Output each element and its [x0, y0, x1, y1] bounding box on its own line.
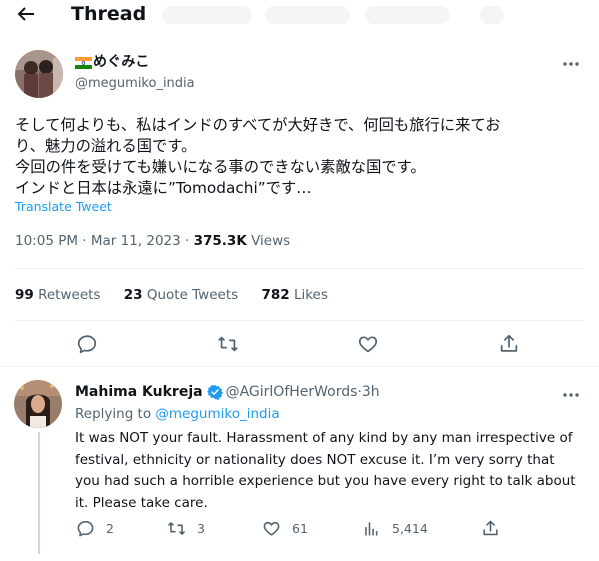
- divider: [15, 268, 584, 269]
- header-ghost-block: [265, 6, 350, 24]
- translate-tweet-link[interactable]: Translate Tweet: [15, 199, 112, 214]
- india-flag-icon: [75, 56, 92, 69]
- share-icon: [500, 334, 518, 352]
- header-ghost-block: [365, 6, 450, 24]
- reply-text: It was NOT your fault. Harassment of any…: [75, 428, 585, 514]
- quote-count: 23: [123, 287, 143, 303]
- reply-text-line: you had such a horrible experience but y…: [75, 473, 576, 489]
- tweet-text-line: そして何よりも、私はインドのすべてが大好きで、何回も旅行に来てお: [15, 116, 501, 134]
- reply-replies-count: 2: [106, 520, 114, 536]
- back-button[interactable]: [14, 2, 38, 26]
- reply-retweet-button[interactable]: 3: [167, 517, 205, 539]
- likes-label: Likes: [293, 287, 328, 303]
- share-button[interactable]: [498, 333, 520, 355]
- author-handle[interactable]: @megumiko_india: [75, 75, 195, 93]
- reply-share-button[interactable]: [481, 517, 511, 539]
- reply-time[interactable]: 3h: [362, 383, 380, 401]
- tweet-text-line: り、魅力の溢れる国です。: [15, 137, 197, 155]
- views-count: 375.3K: [193, 233, 247, 249]
- retweet-icon: [218, 336, 238, 352]
- meta-separator: ·: [180, 233, 194, 249]
- retweets-label: Retweets: [38, 287, 101, 303]
- reply-header: Mahima Kukreja @AGirlOfHerWords · 3h: [75, 383, 380, 401]
- reply-button[interactable]: [76, 333, 98, 355]
- reply-text-line: it. Please take care.: [75, 494, 208, 511]
- timestamp[interactable]: 10:05 PM · Mar 11, 2023: [15, 233, 181, 249]
- reply-text-line: festival, ethnicity or nationality does …: [75, 451, 555, 468]
- replying-prefix: Replying to: [75, 406, 156, 422]
- author-name-text: めぐみこ: [93, 54, 150, 70]
- top-bar: Thread: [0, 0, 599, 28]
- comment-icon: [77, 520, 94, 536]
- likes-stat[interactable]: 782 Likes: [261, 286, 327, 304]
- thread-connector-line: [38, 432, 40, 554]
- retweet-icon: [168, 521, 185, 535]
- divider: [15, 320, 584, 321]
- tweet-text: そして何よりも、私はインドのすべてが大好きで、何回も旅行に来てお り、魅力の溢れ…: [15, 115, 590, 199]
- more-horizontal-icon: [563, 393, 579, 397]
- more-horizontal-icon: [563, 62, 579, 66]
- header-ghost-block: [162, 6, 252, 24]
- retweets-count: 99: [15, 287, 34, 303]
- reply-author-name[interactable]: Mahima Kukreja: [75, 383, 203, 401]
- reply-like-button[interactable]: 61: [262, 517, 308, 539]
- engagement-stats: 99 Retweets 23 Quote Tweets 782 Likes: [15, 286, 347, 304]
- likes-count: 782: [261, 287, 290, 303]
- author-name[interactable]: めぐみこ: [75, 53, 149, 71]
- views-label: Views: [246, 233, 291, 249]
- reply-author-handle[interactable]: @AGirlOfHerWords: [226, 383, 358, 401]
- replying-to: Replying to @megumiko_india: [75, 405, 280, 423]
- divider: [0, 366, 599, 367]
- like-button[interactable]: [357, 333, 379, 355]
- retweet-button[interactable]: [217, 333, 239, 355]
- reply-reply-button[interactable]: 2: [76, 517, 114, 539]
- reply-retweets-count: 3: [197, 520, 205, 536]
- heart-icon: [358, 336, 378, 353]
- reply-avatar-photo: [14, 380, 62, 428]
- page-title: Thread: [71, 3, 147, 25]
- mention-link[interactable]: @megumiko_india: [155, 406, 279, 422]
- tweet-text-line: 今回の件を受けても嫌いになる事のできない素敵な国です。: [15, 158, 426, 176]
- tweet-text-line: インドと日本は永遠に”Tomodachi”です…: [15, 179, 312, 197]
- verified-badge-icon: [206, 385, 223, 400]
- reply-views-count: 5,414: [392, 520, 428, 536]
- reply-more-button[interactable]: [561, 385, 581, 405]
- share-icon: [483, 520, 498, 535]
- reply-likes-count: 61: [292, 520, 308, 536]
- bar-chart-icon: [365, 521, 378, 536]
- tweet-meta: 10:05 PM · Mar 11, 2023 · 375.3K Views: [15, 232, 290, 250]
- reply-text-line: It was NOT your fault. Harassment of any…: [75, 430, 573, 446]
- comment-icon: [77, 335, 97, 354]
- avatar[interactable]: [15, 50, 63, 98]
- heart-icon: [263, 521, 280, 536]
- reply-views-button[interactable]: 5,414: [362, 517, 428, 539]
- arrow-left-icon: [17, 7, 34, 21]
- retweets-stat[interactable]: 99 Retweets: [15, 286, 100, 304]
- header-ghost-block: [480, 6, 504, 24]
- more-button[interactable]: [561, 54, 581, 74]
- avatar-photo: [15, 50, 63, 98]
- quote-tweets-stat[interactable]: 23 Quote Tweets: [124, 286, 238, 304]
- reply-avatar[interactable]: [14, 380, 62, 428]
- quote-label: Quote Tweets: [146, 287, 239, 303]
